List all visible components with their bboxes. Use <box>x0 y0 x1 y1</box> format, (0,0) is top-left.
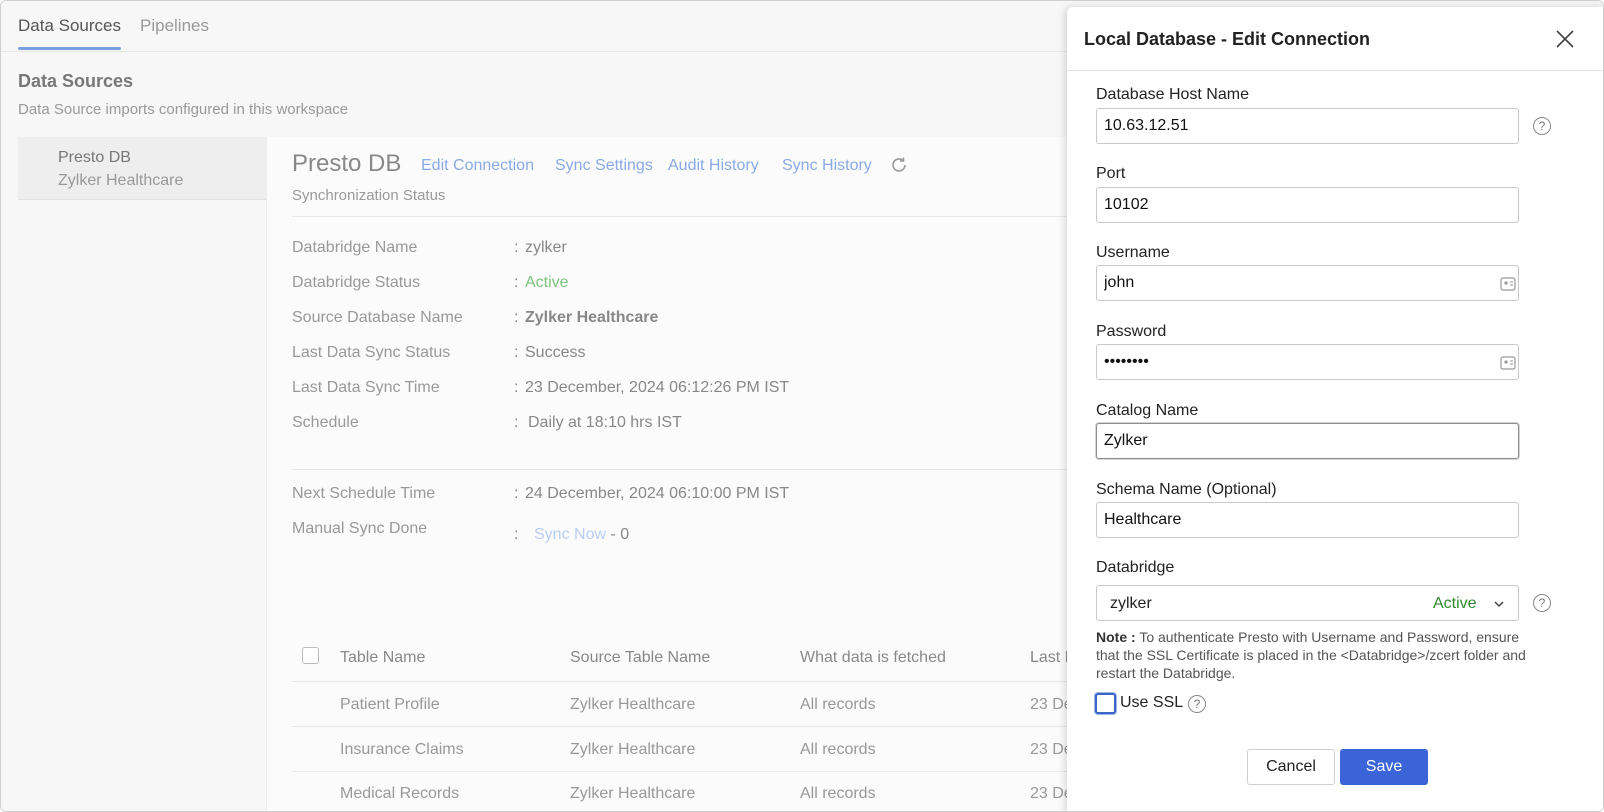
host-label: Database Host Name <box>1096 86 1249 103</box>
info-label: Schedule <box>292 414 359 431</box>
use-ssl-checkbox[interactable] <box>1095 693 1116 714</box>
schedule-value: Daily at 18:10 hrs IST <box>528 414 682 431</box>
table-cell: Zylker Healthcare <box>570 696 696 713</box>
table-cell: All records <box>800 741 876 758</box>
table-cell[interactable]: Insurance Claims <box>340 741 464 759</box>
table-cell: Zylker Healthcare <box>570 741 696 758</box>
info-colon: : <box>514 309 519 326</box>
audit-history-link[interactable]: Audit History <box>668 157 759 175</box>
info-label: Databridge Name <box>292 239 418 256</box>
column-header-table-name[interactable]: Table Name <box>340 649 425 667</box>
datasource-title: Presto DB <box>292 150 402 177</box>
info-colon: : <box>514 414 519 431</box>
close-icon[interactable] <box>1554 28 1576 50</box>
sync-now-link[interactable]: Sync Now <box>534 526 606 543</box>
port-input[interactable] <box>1096 187 1519 223</box>
cancel-button[interactable]: Cancel <box>1247 749 1335 785</box>
last-sync-status-value: Success <box>525 344 586 361</box>
databridge-select[interactable]: zylker Active <box>1096 585 1519 621</box>
help-icon[interactable]: ? <box>1188 695 1206 713</box>
table-cell: Zylker Healthcare <box>570 785 696 802</box>
column-header-source-table[interactable]: Source Table Name <box>570 649 710 667</box>
sync-settings-link[interactable]: Sync Settings <box>555 157 653 175</box>
note-label: Note : <box>1096 629 1136 645</box>
info-label: Manual Sync Done <box>292 520 428 537</box>
autofill-key-icon[interactable] <box>1500 356 1516 370</box>
info-colon: : <box>514 485 519 502</box>
table-cell: All records <box>800 785 876 802</box>
row-divider <box>292 681 1072 682</box>
row-divider <box>292 726 1072 727</box>
info-colon: : <box>514 344 519 361</box>
column-header-data-fetched[interactable]: What data is fetched <box>800 649 946 667</box>
next-schedule-value: 24 December, 2024 06:10:00 PM IST <box>525 485 790 502</box>
info-colon: : <box>514 379 519 396</box>
databridge-label: Databridge <box>1096 559 1175 576</box>
dialog-title: Local Database - Edit Connection <box>1084 29 1371 49</box>
sidebar-item-label: Presto DB <box>58 149 131 166</box>
databridge-status-badge: Active <box>1433 595 1477 612</box>
tab-pipelines[interactable]: Pipelines <box>140 16 209 36</box>
divider <box>292 469 1072 470</box>
info-label: Last Data Sync Status <box>292 344 451 361</box>
divider <box>292 216 1072 217</box>
info-colon: : <box>514 239 519 256</box>
ssl-note: Note : To authenticate Presto with Usern… <box>1096 628 1536 682</box>
page-subtitle: Data Source imports configured in this w… <box>18 101 349 118</box>
password-input[interactable] <box>1096 344 1519 380</box>
schema-input[interactable] <box>1096 502 1519 538</box>
edit-connection-dialog: Local Database - Edit Connection Databas… <box>1067 7 1603 811</box>
source-db-name-value: Zylker Healthcare <box>525 309 659 326</box>
table-cell[interactable]: Patient Profile <box>340 696 440 714</box>
row-divider <box>292 771 1072 772</box>
info-colon: : <box>514 526 519 543</box>
table-cell: All records <box>800 696 876 713</box>
info-label: Source Database Name <box>292 309 463 326</box>
select-all-checkbox[interactable] <box>302 647 319 664</box>
manual-sync-count: - 0 <box>610 526 630 543</box>
port-label: Port <box>1096 165 1126 182</box>
databridge-select-value: zylker <box>1110 595 1152 612</box>
info-label: Databridge Status <box>292 274 421 291</box>
info-label: Last Data Sync Time <box>292 379 440 396</box>
databridge-name-value: zylker <box>525 239 567 256</box>
host-input[interactable] <box>1096 108 1519 144</box>
databridge-status-value: Active <box>525 274 569 291</box>
catalog-input[interactable] <box>1096 423 1519 459</box>
refresh-icon[interactable] <box>889 155 909 175</box>
save-button[interactable]: Save <box>1340 749 1428 785</box>
use-ssl-label[interactable]: Use SSL <box>1120 694 1183 712</box>
section-title: Synchronization Status <box>292 187 446 204</box>
chevron-down-icon <box>1494 601 1504 608</box>
page-title: Data Sources <box>18 71 134 91</box>
note-text: To authenticate Presto with Username and… <box>1096 629 1526 681</box>
table-cell[interactable]: Medical Records <box>340 785 459 803</box>
sidebar-item-presto-db[interactable]: Presto DB Zylker Healthcare <box>18 137 266 200</box>
catalog-label: Catalog Name <box>1096 402 1199 419</box>
tab-data-sources[interactable]: Data Sources <box>18 16 121 36</box>
info-label: Next Schedule Time <box>292 485 436 502</box>
sync-history-link[interactable]: Sync History <box>782 157 872 175</box>
help-icon[interactable]: ? <box>1533 117 1551 135</box>
dialog-header: Local Database - Edit Connection <box>1067 7 1603 71</box>
sidebar-item-sublabel: Zylker Healthcare <box>58 172 184 189</box>
password-label: Password <box>1096 323 1167 340</box>
edit-connection-link[interactable]: Edit Connection <box>421 157 534 175</box>
manual-sync-row: Sync Now - 0 <box>534 526 629 544</box>
help-icon[interactable]: ? <box>1533 594 1551 612</box>
last-sync-time-value: 23 December, 2024 06:12:26 PM IST <box>525 379 790 396</box>
username-input[interactable] <box>1096 265 1519 301</box>
app-window: Data Sources Pipelines Data Sources Data… <box>0 0 1604 812</box>
active-tab-indicator <box>18 47 121 50</box>
autofill-key-icon[interactable] <box>1500 277 1516 291</box>
schema-label: Schema Name (Optional) <box>1096 481 1277 498</box>
info-colon: : <box>514 274 519 291</box>
username-label: Username <box>1096 244 1170 261</box>
